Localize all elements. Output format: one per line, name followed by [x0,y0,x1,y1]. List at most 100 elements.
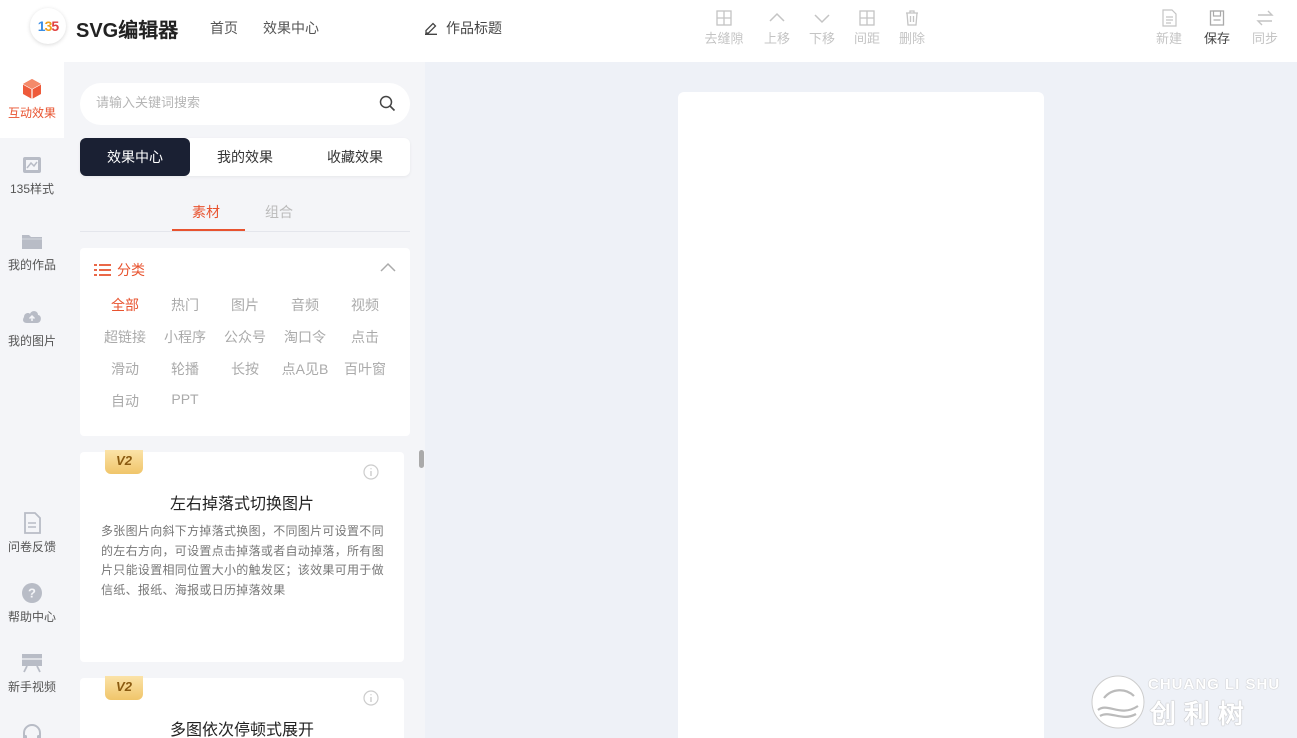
svg-text:?: ? [28,586,36,601]
rail-item-label: 问卷反馈 [7,540,56,554]
rail-item-135-styles[interactable]: 135样式 [0,154,64,197]
move-up-button[interactable]: 上移 [755,8,799,47]
rail-item-help-center[interactable]: ? 帮助中心 [0,582,64,625]
move-down-button[interactable]: 下移 [800,8,844,47]
watermark-logo [1091,675,1145,729]
rail-item-my-images[interactable]: 我的图片 [0,306,64,349]
search-icon[interactable] [379,95,396,112]
category-audio[interactable]: 音频 [275,295,335,315]
category-video[interactable]: 视频 [335,295,395,315]
category-mini-program[interactable]: 小程序 [155,327,215,347]
subtab-combinations[interactable]: 组合 [265,202,293,222]
subtab-materials[interactable]: 素材 [192,202,220,222]
rail-item-label: 互动效果 [7,106,56,120]
folder-icon [22,235,42,249]
watermark-chinese: 创利树 [1150,699,1253,729]
remove-gap-label: 去缝隙 [704,31,744,46]
rail-item-label: 135样式 [9,182,55,196]
rail-item-survey[interactable]: 问卷反馈 [0,512,64,555]
category-title: 分类 [117,262,145,278]
rail-item-interactive-effects[interactable]: 互动效果 [0,62,64,138]
effect-card[interactable]: V2 左右掉落式切换图片 多张图片向斜下方掉落式换图，不同图片可设置不同的左右方… [80,450,404,662]
help-icon: ? [22,583,42,603]
spacing-button[interactable]: 间距 [845,8,889,47]
category-hot[interactable]: 热门 [155,295,215,315]
chevron-down-icon [814,14,830,24]
info-icon[interactable] [363,690,379,706]
category-click[interactable]: 点击 [335,327,395,347]
rail-item-label: 帮助中心 [7,610,56,624]
chevron-up-icon[interactable] [380,262,396,272]
effects-tabs: 效果中心 我的效果 收藏效果 [80,138,410,176]
grid-plus-icon [716,10,732,26]
category-click-a-show-b[interactable]: 点A见B [275,359,335,379]
effect-description: 多张图片向斜下方掉落式换图，不同图片可设置不同的左右方向，可设置点击掉落或者自动… [101,524,384,597]
save-label: 保存 [1203,31,1230,46]
category-all[interactable]: 全部 [95,295,155,315]
app-logo[interactable]: 135 [30,8,66,44]
top-bar: 135 SVG编辑器 首页 效果中心 作品标题 去缝隙 上移 下移 间距 删除 … [0,0,1297,62]
rail-item-support[interactable] [0,722,64,738]
move-down-label: 下移 [808,31,835,46]
app-title: SVG编辑器 [76,20,179,42]
effect-title: 多图依次停顿式展开 [169,722,314,738]
nav-home-link[interactable]: 首页 [210,18,238,38]
effects-panel: 效果中心 我的效果 收藏效果 素材 组合 分类 全部 热门 图片 音频 视频 超… [64,62,425,738]
spacing-icon [859,10,875,26]
list-icon [94,264,111,276]
watermark: CHUANG LI SHU 创利树 [1090,672,1290,734]
sub-tabs: 素材 组合 [80,194,410,232]
category-header[interactable]: 分类 [94,260,145,280]
panel-scrollbar[interactable] [419,450,424,468]
headset-icon [23,724,41,738]
move-up-label: 上移 [763,31,790,46]
info-icon[interactable] [363,464,379,480]
tab-favorite-effects[interactable]: 收藏效果 [300,138,410,176]
rail-item-tutorial-videos[interactable]: 新手视频 [0,652,64,695]
remove-gap-button[interactable]: 去缝隙 [702,8,746,47]
category-blinds[interactable]: 百叶窗 [335,359,395,379]
delete-label: 删除 [898,31,925,46]
survey-icon [24,512,41,534]
editor-canvas[interactable] [678,92,1044,738]
effect-title: 左右掉落式切换图片 [169,496,314,513]
new-button[interactable]: 新建 [1147,8,1191,47]
tab-my-effects[interactable]: 我的效果 [190,138,300,176]
delete-button[interactable]: 删除 [890,8,934,47]
edit-pencil-icon [425,22,437,35]
sync-label: 同步 [1251,31,1278,46]
new-file-icon [1162,9,1177,27]
save-button[interactable]: 保存 [1195,8,1239,47]
left-rail: 互动效果 135样式 我的作品 我的图片 问卷反馈 ? 帮助中心 新手视频 [0,62,64,738]
category-card: 分类 全部 热门 图片 音频 视频 超链接 小程序 公众号 淘口令 点击 滑动 … [80,248,410,436]
trash-icon [906,10,918,26]
new-label: 新建 [1155,31,1182,46]
sync-button[interactable]: 同步 [1243,8,1287,47]
category-carousel[interactable]: 轮播 [155,359,215,379]
work-title[interactable]: 作品标题 [424,18,502,38]
category-official-account[interactable]: 公众号 [215,327,275,347]
rail-item-label: 我的图片 [7,334,56,348]
category-long-press[interactable]: 长按 [215,359,275,379]
watermark-english: CHUANG LI SHU [1148,676,1281,693]
work-title-text: 作品标题 [446,20,502,36]
active-subtab-indicator [172,229,245,231]
rail-item-my-works[interactable]: 我的作品 [0,230,64,273]
save-icon [1209,10,1225,26]
style-icon [23,157,41,173]
search-input[interactable] [96,95,366,110]
spacing-label: 间距 [853,31,880,46]
category-taobao-code[interactable]: 淘口令 [275,327,335,347]
category-image[interactable]: 图片 [215,295,275,315]
search-box [80,83,410,125]
rail-item-label: 我的作品 [7,258,56,272]
chevron-up-icon [769,12,785,22]
category-hyperlink[interactable]: 超链接 [95,327,155,347]
tab-effects-center[interactable]: 效果中心 [80,138,190,176]
effect-card[interactable]: V2 多图依次停顿式展开 [80,676,404,738]
nav-effects-center-link[interactable]: 效果中心 [263,18,319,38]
category-ppt[interactable]: PPT [155,391,215,407]
category-auto[interactable]: 自动 [95,391,155,411]
sync-icon [1256,10,1274,26]
category-slide[interactable]: 滑动 [95,359,155,379]
